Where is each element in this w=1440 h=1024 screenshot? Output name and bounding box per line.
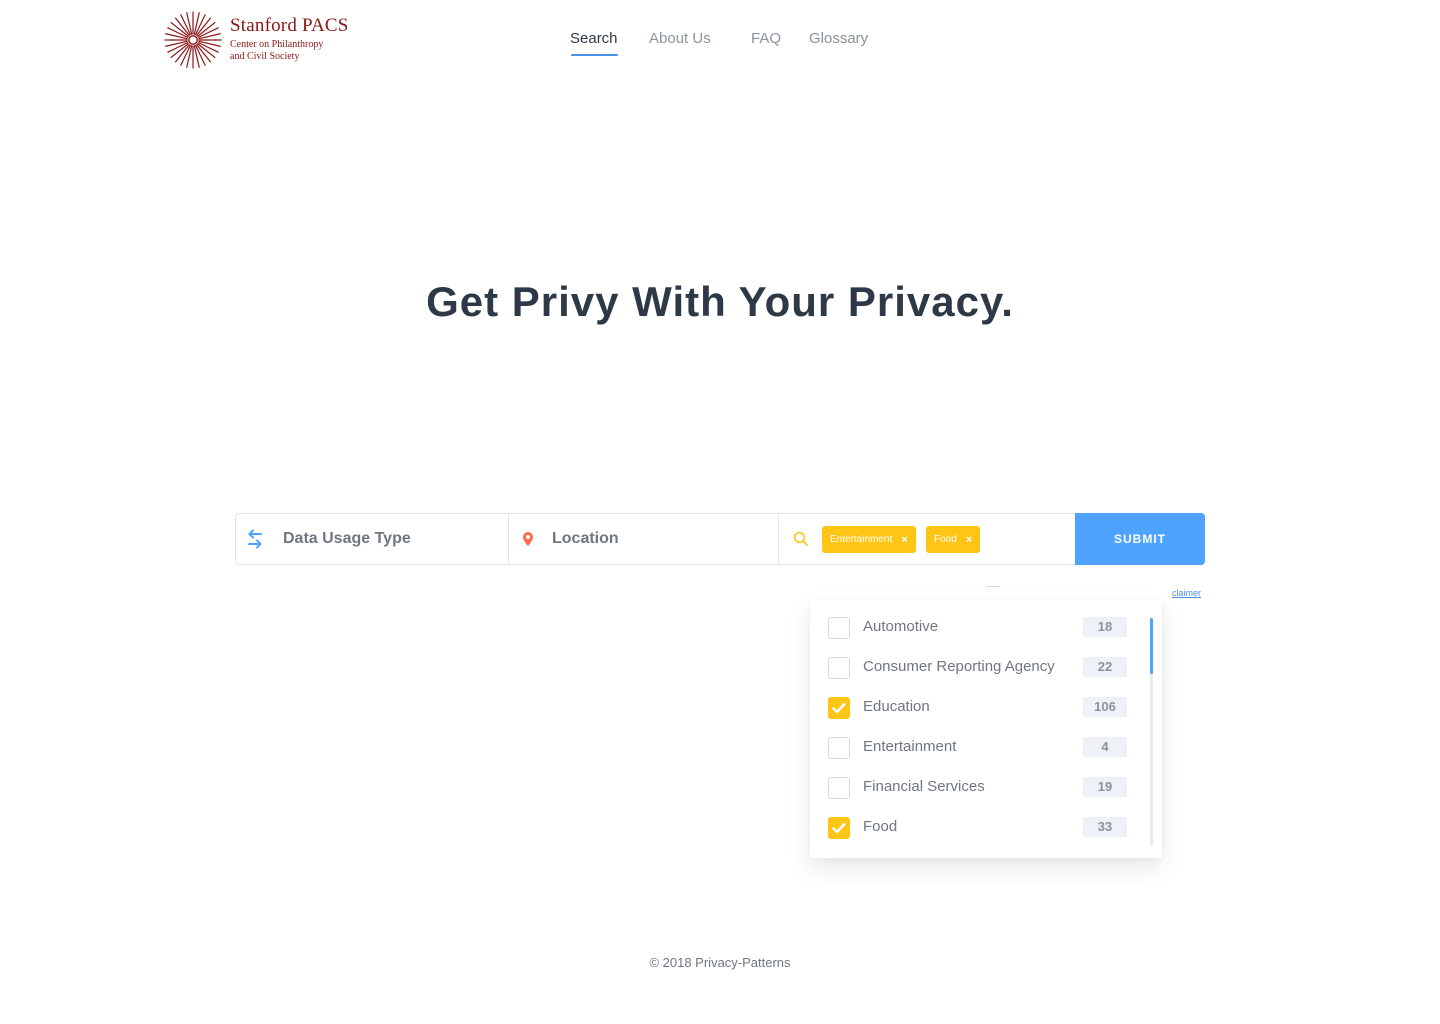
disclaimer-link[interactable]: claimer — [1172, 588, 1201, 598]
checkbox[interactable] — [828, 777, 850, 799]
remove-tag-icon[interactable]: × — [966, 534, 972, 546]
nav-active-underline — [571, 54, 618, 56]
data-usage-segment[interactable] — [236, 514, 509, 564]
footer-copyright: © 2018 Privacy-Patterns — [649, 955, 791, 970]
checkbox[interactable] — [828, 737, 850, 759]
remove-tag-icon[interactable]: × — [901, 534, 907, 546]
sunburst-logo-icon — [164, 11, 222, 69]
dropdown-item-consumer-reporting-agency[interactable]: Consumer Reporting Agency 22 — [810, 649, 1140, 689]
map-pin-icon — [522, 531, 534, 547]
checkmark-icon — [832, 822, 846, 834]
nav-item-glossary[interactable]: Glossary — [809, 30, 868, 47]
industry-segment[interactable]: Entertainment × Food × — [779, 514, 1075, 564]
dropdown-item-label: Education — [863, 698, 930, 715]
search-icon — [793, 531, 809, 547]
dropdown-item-label: Automotive — [863, 618, 939, 635]
brand-subtitle-2: and Civil Society — [230, 51, 300, 62]
brand-title: Stanford PACS — [230, 15, 349, 36]
checkbox-checked[interactable] — [828, 817, 850, 839]
brand-logo[interactable]: Stanford PACS Center on Philanthropy and… — [164, 10, 364, 70]
checkbox-checked[interactable] — [828, 697, 850, 719]
scrollbar-thumb[interactable] — [1150, 618, 1153, 674]
nav-item-search[interactable]: Search — [570, 30, 618, 47]
dropdown-item-education[interactable]: Education 106 — [810, 689, 1140, 729]
brand-text: Stanford PACS Center on Philanthropy and… — [230, 15, 349, 62]
industry-dropdown: Automotive 18 Consumer Reporting Agency … — [810, 600, 1162, 858]
dropdown-item-entertainment[interactable]: Entertainment 4 — [810, 729, 1140, 769]
tag-label: Entertainment — [830, 534, 893, 545]
count-badge: 33 — [1083, 817, 1127, 837]
dropdown-item-label: Food — [863, 818, 898, 835]
hero-title: Get Privy With Your Privacy. — [426, 278, 1014, 325]
count-badge: 22 — [1083, 657, 1127, 677]
checkmark-icon — [832, 702, 846, 714]
search-bar: Entertainment × Food × SUBMIT — [235, 513, 1205, 565]
tag-food[interactable]: Food × — [926, 526, 981, 553]
tag-label: Food — [934, 534, 957, 545]
tag-entertainment[interactable]: Entertainment × — [822, 526, 916, 553]
nav-item-faq[interactable]: FAQ — [751, 30, 781, 47]
dropdown-item-food[interactable]: Food 33 — [810, 809, 1140, 849]
submit-button[interactable]: SUBMIT — [1075, 513, 1205, 565]
dropdown-item-label: Consumer Reporting Agency — [863, 658, 1055, 675]
checkbox[interactable] — [828, 617, 850, 639]
dropdown-item-label: Financial Services — [863, 778, 985, 795]
location-input[interactable] — [552, 527, 762, 551]
location-segment[interactable] — [509, 514, 779, 564]
brand-subtitle-1: Center on Philanthropy — [230, 39, 324, 50]
divider — [986, 586, 1000, 587]
dropdown-item-label: Entertainment — [863, 738, 957, 755]
count-badge: 106 — [1083, 697, 1127, 717]
checkbox[interactable] — [828, 657, 850, 679]
dropdown-item-financial-services[interactable]: Financial Services 19 — [810, 769, 1140, 809]
swap-arrows-icon — [246, 528, 264, 550]
nav-item-about-us[interactable]: About Us — [649, 30, 711, 47]
dropdown-item-automotive[interactable]: Automotive 18 — [810, 609, 1140, 649]
count-badge: 18 — [1083, 617, 1127, 637]
count-badge: 19 — [1083, 777, 1127, 797]
scrollbar-track[interactable] — [1150, 618, 1153, 846]
count-badge: 4 — [1083, 737, 1127, 757]
data-usage-type-input[interactable] — [283, 527, 493, 551]
